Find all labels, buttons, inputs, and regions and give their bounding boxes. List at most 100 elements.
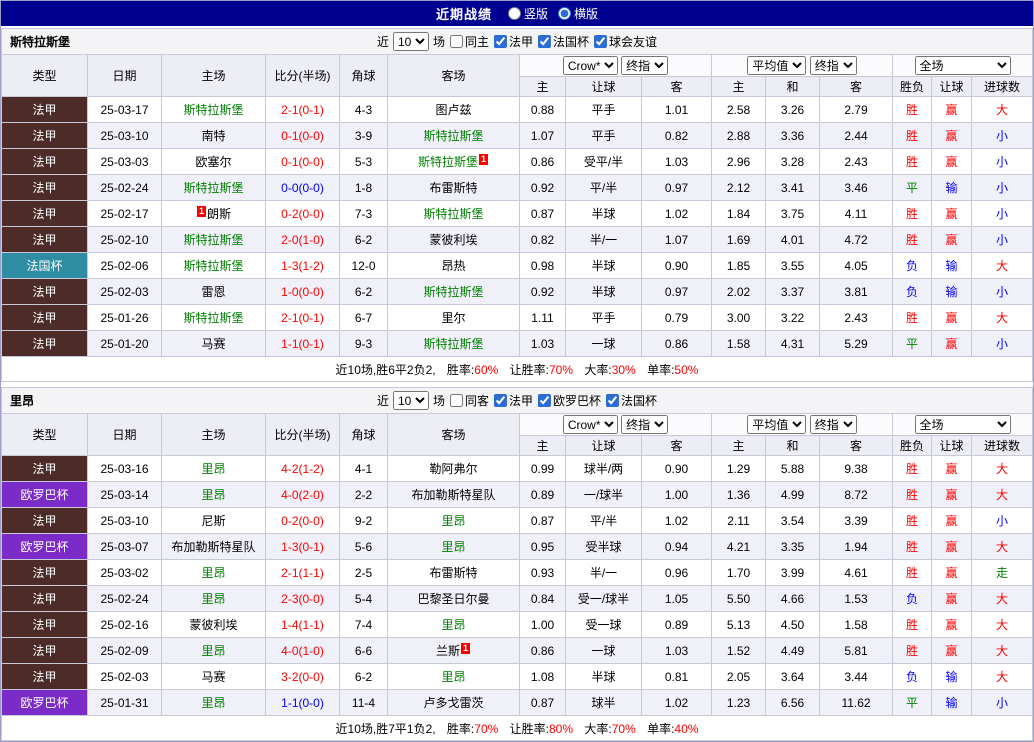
score-cell[interactable]: 0-1(0-0) <box>265 122 340 149</box>
away-team-name[interactable]: 卢多戈雷茨 <box>423 696 483 710</box>
score-cell[interactable]: 0-2(0-0) <box>265 507 340 534</box>
away-team-name[interactable]: 昂热 <box>441 259 465 273</box>
home-team-name[interactable]: 里昂 <box>201 696 225 710</box>
score-cell[interactable]: 2-1(1-1) <box>265 559 340 586</box>
home-team-name[interactable]: 尼斯 <box>201 514 225 528</box>
league-checkbox-input[interactable] <box>494 394 507 407</box>
away-team-cell: 斯特拉斯堡 1 <box>387 148 520 175</box>
score-cell[interactable]: 1-3(0-1) <box>265 533 340 560</box>
away-team-name[interactable]: 里昂 <box>441 540 465 554</box>
score-cell[interactable]: 0-0(0-0) <box>265 174 340 201</box>
away-team-name[interactable]: 巴黎圣日尔曼 <box>417 592 489 606</box>
home-team-name[interactable]: 斯特拉斯堡 <box>183 103 243 117</box>
odds-company-select[interactable]: Crow* <box>562 56 618 75</box>
score-cell[interactable]: 2-1(0-1) <box>265 96 340 123</box>
home-team-name[interactable]: 马赛 <box>201 670 225 684</box>
away-team-name[interactable]: 里昂 <box>441 618 465 632</box>
scope-select[interactable]: 全场 <box>914 56 1011 75</box>
away-team-name[interactable]: 图卢兹 <box>435 103 471 117</box>
score-cell[interactable]: 1-3(1-2) <box>265 252 340 279</box>
home-team-name[interactable]: 朗斯 <box>207 207 231 221</box>
league-filter-checkbox[interactable]: 法甲 <box>493 33 533 50</box>
odds-company-select[interactable]: Crow* <box>562 415 618 434</box>
league-checkbox-input[interactable] <box>538 35 552 48</box>
same-venue-checkbox[interactable]: 同客 <box>449 392 489 409</box>
home-team-name[interactable]: 斯特拉斯堡 <box>183 311 243 325</box>
away-team-name[interactable]: 里昂 <box>441 670 465 684</box>
score-cell[interactable]: 1-1(0-0) <box>265 689 340 716</box>
score-cell[interactable]: 1-0(0-0) <box>265 278 340 305</box>
score-cell[interactable]: 2-1(0-1) <box>265 304 340 331</box>
away-team-name[interactable]: 勒阿弗尔 <box>429 462 477 476</box>
same-venue-checkbox-input[interactable] <box>449 394 463 407</box>
home-team-name[interactable]: 里昂 <box>201 462 225 476</box>
league-checkbox-input[interactable] <box>538 394 552 407</box>
score-cell[interactable]: 2-3(0-0) <box>265 585 340 612</box>
score-cell[interactable]: 2-0(1-0) <box>265 226 340 253</box>
home-team-name[interactable]: 里昂 <box>201 644 225 658</box>
layout-vertical-option[interactable]: 竖版 <box>507 5 548 22</box>
europe-avg-select[interactable]: 平均值 <box>747 56 807 75</box>
score-cell[interactable]: 1-4(1-1) <box>265 611 340 638</box>
home-team-name[interactable]: 里昂 <box>201 566 225 580</box>
scope-select[interactable]: 全场 <box>914 415 1011 434</box>
league-filter-checkbox[interactable]: 法国杯 <box>537 33 589 50</box>
horizontal-radio-input[interactable] <box>558 7 571 20</box>
away-team-name[interactable]: 斯特拉斯堡 <box>423 285 483 299</box>
handicap-final-select[interactable]: 终指 <box>621 415 669 434</box>
away-team-name[interactable]: 斯特拉斯堡 <box>418 155 478 169</box>
league-checkbox-input[interactable] <box>594 35 608 48</box>
league-filter-checkbox[interactable]: 法甲 <box>493 392 533 409</box>
score-cell[interactable]: 4-0(2-0) <box>265 481 340 508</box>
score-cell[interactable]: 4-0(1-0) <box>265 637 340 664</box>
home-team-name[interactable]: 里昂 <box>201 488 225 502</box>
league-checkbox-input[interactable] <box>606 394 620 407</box>
avg-away-odds-cell: 9.38 <box>819 455 894 482</box>
europe-final-select[interactable]: 终指 <box>809 415 857 434</box>
home-team-name[interactable]: 斯特拉斯堡 <box>183 181 243 195</box>
home-team-name[interactable]: 里昂 <box>201 592 225 606</box>
layout-horizontal-option[interactable]: 横版 <box>558 5 598 22</box>
handicap-final-select[interactable]: 终指 <box>621 56 669 75</box>
score-cell[interactable]: 4-2(1-2) <box>265 455 340 482</box>
home-team-name[interactable]: 南特 <box>201 129 225 143</box>
away-team-name[interactable]: 蒙彼利埃 <box>429 233 477 247</box>
match-count-select[interactable]: 10 <box>392 391 429 410</box>
vertical-radio-input[interactable] <box>507 7 521 20</box>
home-team-name[interactable]: 雷恩 <box>201 285 225 299</box>
result-cell: 胜 <box>892 148 933 175</box>
europe-final-select[interactable]: 终指 <box>809 56 857 75</box>
away-team-name[interactable]: 布雷斯特 <box>429 566 477 580</box>
away-team-name[interactable]: 布雷斯特 <box>429 181 477 195</box>
europe-avg-select[interactable]: 平均值 <box>747 415 807 434</box>
score-cell[interactable]: 0-2(0-0) <box>265 200 340 227</box>
away-team-name[interactable]: 斯特拉斯堡 <box>423 207 483 221</box>
result-cell: 胜 <box>892 304 933 331</box>
home-team-name[interactable]: 布加勒斯特星队 <box>171 540 255 554</box>
league-checkbox-input[interactable] <box>494 35 507 48</box>
home-team-name[interactable]: 欧塞尔 <box>195 155 231 169</box>
home-team-name[interactable]: 斯特拉斯堡 <box>183 259 243 273</box>
away-team-name[interactable]: 兰斯 <box>436 644 460 658</box>
away-team-name[interactable]: 斯特拉斯堡 <box>423 129 483 143</box>
same-venue-checkbox[interactable]: 同主 <box>449 33 489 50</box>
score-cell[interactable]: 1-1(0-1) <box>265 330 340 357</box>
score-cell[interactable]: 3-2(0-0) <box>265 663 340 690</box>
home-team-name[interactable]: 斯特拉斯堡 <box>183 233 243 247</box>
corner-cell: 5-3 <box>339 148 388 175</box>
league-filter-checkbox[interactable]: 球会友谊 <box>593 33 657 50</box>
away-team-name[interactable]: 斯特拉斯堡 <box>423 337 483 351</box>
score-cell[interactable]: 0-1(0-0) <box>265 148 340 175</box>
away-team-name[interactable]: 里尔 <box>441 311 465 325</box>
away-team-cell: 布雷斯特 <box>387 559 520 586</box>
home-team-name[interactable]: 马赛 <box>201 337 225 351</box>
away-team-name[interactable]: 里昂 <box>441 514 465 528</box>
league-filter-checkbox[interactable]: 法国杯 <box>605 392 657 409</box>
handicap-result-cell: 赢 <box>931 304 973 331</box>
league-filter-checkbox[interactable]: 欧罗巴杯 <box>537 392 601 409</box>
away-team-name[interactable]: 布加勒斯特星队 <box>411 488 495 502</box>
match-count-select[interactable]: 10 <box>392 32 429 51</box>
same-venue-checkbox-input[interactable] <box>449 35 463 48</box>
home-team-name[interactable]: 蒙彼利埃 <box>189 618 237 632</box>
section-header-bar: 斯特拉斯堡 近 10 场 同主 法甲 法国杯 球会友谊 <box>1 28 1033 54</box>
